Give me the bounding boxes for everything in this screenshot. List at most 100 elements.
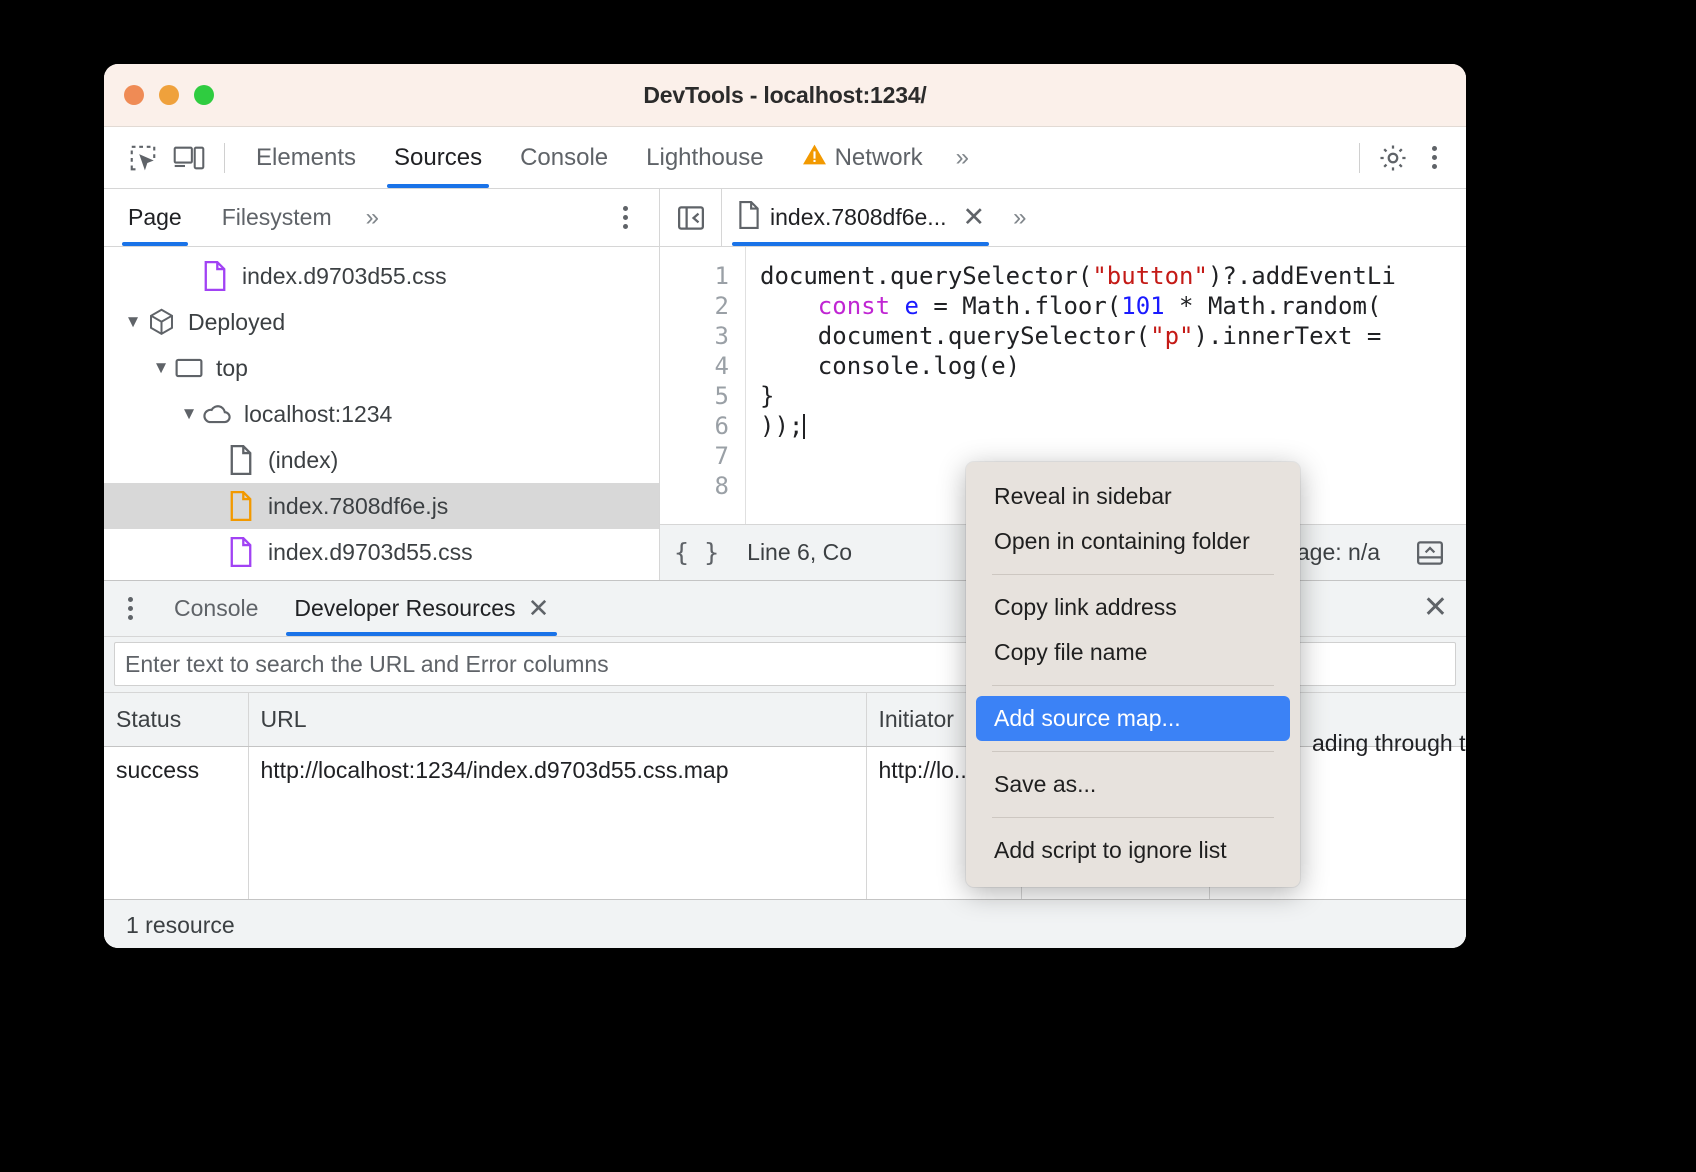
- screenshot-root: DevTools - localhost:1234/ Elem: [0, 0, 1696, 1172]
- navigator-more-tabs-icon[interactable]: »: [352, 204, 393, 232]
- truncated-hint-text: ading through target: [1312, 730, 1466, 757]
- code-line-3: document.querySelector("p").innerText =: [760, 321, 1466, 351]
- tree-item-label: (index): [268, 447, 338, 474]
- editor-tab-label: index.7808df6e...: [770, 204, 946, 231]
- frame-icon: [174, 353, 204, 383]
- js-file-icon: [226, 491, 256, 521]
- device-toolbar-icon[interactable]: [166, 135, 212, 181]
- pretty-print-braces-icon[interactable]: { }: [674, 538, 719, 567]
- menu-item-reveal-in-sidebar[interactable]: Reveal in sidebar: [966, 474, 1300, 519]
- kebab-menu-icon[interactable]: [1416, 138, 1452, 178]
- drawer-kebab-menu-icon[interactable]: [112, 588, 148, 628]
- warning-triangle-icon: [802, 143, 827, 173]
- navigator-pane: Page Filesystem »: [104, 189, 660, 580]
- document-icon: [738, 201, 760, 235]
- css-file-icon: [200, 261, 230, 291]
- menu-item-save-as[interactable]: Save as...: [966, 762, 1300, 807]
- more-panels-icon[interactable]: »: [942, 144, 983, 172]
- code-line-1: document.querySelector("button")?.addEve…: [760, 261, 1466, 291]
- line-number: 1: [660, 261, 729, 291]
- tree-item-index-js[interactable]: index.7808df6e.js: [104, 483, 659, 529]
- drawer-status-bar: 1 resource: [104, 899, 1466, 948]
- menu-item-copy-file-name[interactable]: Copy file name: [966, 630, 1300, 675]
- tab-console[interactable]: Console: [501, 127, 627, 188]
- menu-separator: [992, 574, 1274, 575]
- editor-more-tabs-icon[interactable]: »: [999, 204, 1040, 232]
- tree-item-label: top: [216, 355, 248, 382]
- code-line-5: }: [760, 381, 1466, 411]
- gear-icon[interactable]: [1370, 135, 1416, 181]
- tab-network[interactable]: Network: [783, 127, 942, 188]
- menu-separator: [992, 685, 1274, 686]
- navigator-kebab-menu-icon[interactable]: [607, 198, 643, 238]
- popout-panel-icon[interactable]: [1408, 535, 1452, 571]
- tree-item-top[interactable]: ▼ top: [104, 345, 659, 391]
- line-number-gutter: 1 2 3 4 5 6 7 8: [660, 247, 746, 524]
- menu-item-add-source-map[interactable]: Add source map...: [976, 696, 1290, 741]
- drawer-tab-console-label: Console: [174, 595, 258, 622]
- window-title: DevTools - localhost:1234/: [104, 82, 1466, 109]
- tab-sources-label: Sources: [394, 144, 482, 172]
- line-number: 8: [660, 471, 729, 501]
- title-bar: DevTools - localhost:1234/: [104, 64, 1466, 127]
- collapse-sidebar-icon[interactable]: [660, 189, 722, 246]
- navigator-tab-page[interactable]: Page: [108, 189, 202, 246]
- close-icon[interactable]: ✕: [528, 595, 550, 621]
- panel-tabs: Elements Sources Console Lighthouse: [237, 127, 983, 188]
- cursor-position-label: Line 6, Co: [747, 539, 852, 566]
- tree-item-deployed[interactable]: ▼ Deployed: [104, 299, 659, 345]
- tab-console-label: Console: [520, 144, 608, 172]
- navigator-tab-filesystem[interactable]: Filesystem: [202, 189, 352, 246]
- close-drawer-icon[interactable]: ✕: [1423, 593, 1448, 623]
- code-line-6: ));: [760, 411, 1466, 441]
- menu-separator: [992, 817, 1274, 818]
- drawer-tab-developer-resources-label: Developer Resources: [294, 595, 515, 622]
- line-number: 3: [660, 321, 729, 351]
- tab-lighthouse-label: Lighthouse: [646, 144, 763, 172]
- tab-elements-label: Elements: [256, 144, 356, 172]
- column-header-status[interactable]: Status: [104, 693, 248, 747]
- main-toolbar: Elements Sources Console Lighthouse: [104, 127, 1466, 189]
- editor-tab-index-js[interactable]: index.7808df6e... ✕: [722, 189, 999, 246]
- cell-empty: [248, 795, 866, 899]
- drawer-tab-console[interactable]: Console: [156, 581, 276, 636]
- cloud-icon: [202, 399, 232, 429]
- menu-item-add-script-to-ignore-list[interactable]: Add script to ignore list: [966, 828, 1300, 873]
- inspect-element-icon[interactable]: [120, 135, 166, 181]
- tree-item-label: index.d9703d55.css: [242, 263, 447, 290]
- tab-elements[interactable]: Elements: [237, 127, 375, 188]
- line-number: 7: [660, 441, 729, 471]
- chevron-down-icon[interactable]: ▼: [150, 357, 172, 379]
- tree-item-label: index.d9703d55.css: [268, 539, 473, 566]
- tree-item-index[interactable]: (index): [104, 437, 659, 483]
- package-icon: [146, 307, 176, 337]
- column-header-url[interactable]: URL: [248, 693, 866, 747]
- chevron-down-icon[interactable]: ▼: [122, 311, 144, 333]
- close-icon[interactable]: ✕: [962, 204, 985, 231]
- line-number: 6: [660, 411, 729, 441]
- menu-item-open-in-containing-folder[interactable]: Open in containing folder: [966, 519, 1300, 564]
- tab-sources[interactable]: Sources: [375, 127, 501, 188]
- code-line-2: const e = Math.floor(101 * Math.random(: [760, 291, 1466, 321]
- tree-item-label: localhost:1234: [244, 401, 392, 428]
- line-number: 5: [660, 381, 729, 411]
- file-tree: index.d9703d55.css ▼ Deployed: [104, 247, 659, 575]
- tab-network-label: Network: [835, 144, 923, 172]
- tab-lighthouse[interactable]: Lighthouse: [627, 127, 782, 188]
- menu-item-copy-link-address[interactable]: Copy link address: [966, 585, 1300, 630]
- css-file-icon: [226, 537, 256, 567]
- resource-count-label: 1 resource: [126, 912, 235, 939]
- chevron-down-icon[interactable]: ▼: [178, 403, 200, 425]
- navigator-tabs: Page Filesystem »: [104, 189, 659, 247]
- tree-item-localhost[interactable]: ▼ localhost:1234: [104, 391, 659, 437]
- drawer-tab-developer-resources[interactable]: Developer Resources ✕: [276, 581, 567, 636]
- tree-item-label: Deployed: [188, 309, 285, 336]
- tree-item-label: index.7808df6e.js: [268, 493, 448, 520]
- tree-item-index-css[interactable]: index.d9703d55.css: [104, 529, 659, 575]
- cell-url: http://localhost:1234/index.d9703d55.css…: [248, 747, 866, 795]
- tree-item-index-css-top[interactable]: index.d9703d55.css: [104, 253, 659, 299]
- toolbar-right-group: [1353, 135, 1452, 181]
- toolbar-divider-right: [1359, 143, 1360, 173]
- cell-empty: [104, 795, 248, 899]
- line-number: 4: [660, 351, 729, 381]
